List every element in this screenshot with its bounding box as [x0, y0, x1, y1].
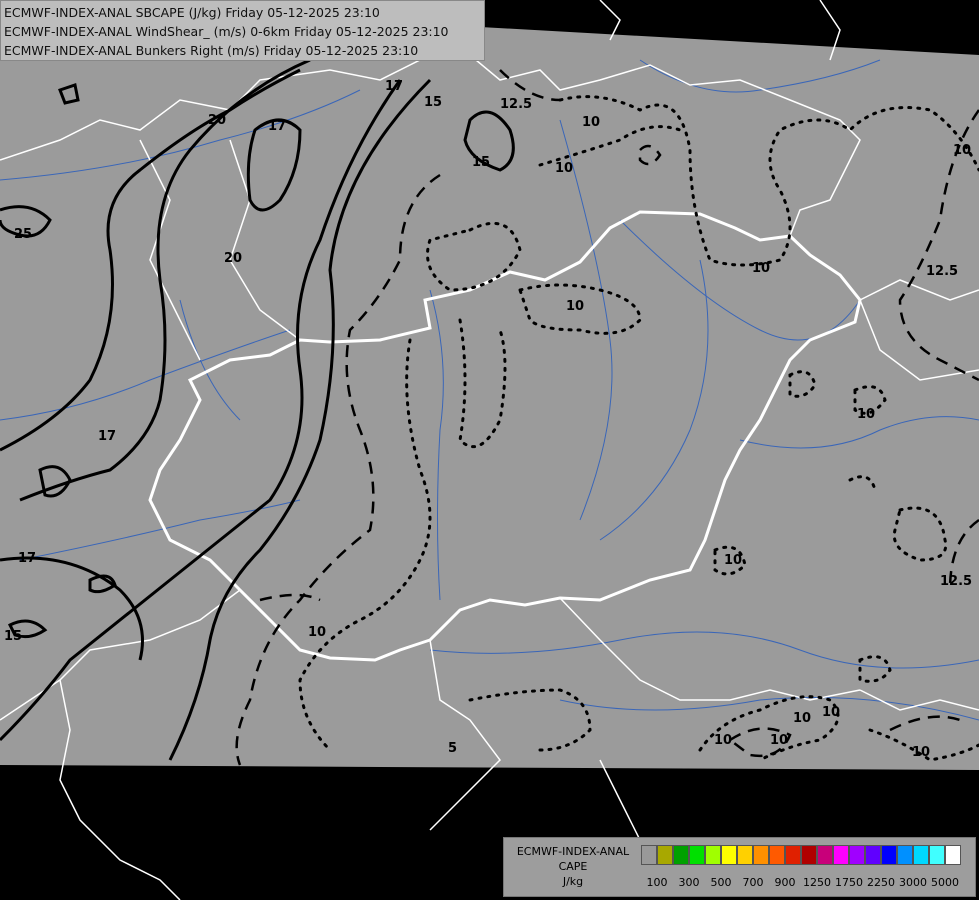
contour-label: 15: [424, 95, 442, 110]
contour-label: 10: [912, 745, 930, 760]
contour-label: 10: [857, 407, 875, 422]
legend-swatch: [769, 845, 785, 865]
legend-tick-label: 1750: [835, 876, 863, 889]
model-domain: [0, 0, 979, 770]
contour-label: 15: [4, 629, 22, 644]
contour-label: 10: [770, 733, 788, 748]
legend-swatch: [833, 845, 849, 865]
legend-swatch: [865, 845, 881, 865]
legend-swatch: [641, 845, 657, 865]
contour-label: 10: [566, 299, 584, 314]
legend-tick-label: 5000: [931, 876, 959, 889]
contour-label: 17: [98, 429, 116, 444]
legend-tick-label: 500: [710, 876, 732, 889]
legend-swatch: [737, 845, 753, 865]
contour-label: 17: [385, 79, 403, 94]
legend-swatch: [913, 845, 929, 865]
legend-color-bar: [641, 845, 961, 867]
title-line-bunkers: ECMWF-INDEX-ANAL Bunkers Right (m/s) Fri…: [4, 43, 419, 58]
legend-swatch: [945, 845, 961, 865]
contour-label: 10: [822, 705, 840, 720]
contour-label: 12.5: [940, 574, 972, 589]
legend-tick-label: 2250: [867, 876, 895, 889]
contour-label: 12.5: [926, 264, 958, 279]
legend-tick-label: 3000: [899, 876, 927, 889]
legend-tick-labels: 100 300 500 700 900 1250 1750 2250 3000 5000: [641, 876, 971, 890]
legend-swatch: [705, 845, 721, 865]
legend-tick-label: 100: [646, 876, 668, 889]
contour-label: 17: [268, 119, 286, 134]
contour-label: 20: [208, 113, 226, 128]
title-line-sbcape: ECMWF-INDEX-ANAL SBCAPE (J/kg) Friday 05…: [4, 5, 380, 20]
contour-label: 10: [555, 161, 573, 176]
legend-swatch: [753, 845, 769, 865]
legend-tick-label: 300: [678, 876, 700, 889]
legend-swatch: [881, 845, 897, 865]
legend-tick-label: 1250: [803, 876, 831, 889]
contour-label: 12.5: [500, 97, 532, 112]
contour-label: 10: [582, 115, 600, 130]
contour-label: 10: [953, 143, 971, 158]
contour-label: 10: [724, 553, 742, 568]
legend-swatch: [673, 845, 689, 865]
legend-swatch: [929, 845, 945, 865]
contour-label: 15: [472, 155, 490, 170]
legend-swatch: [721, 845, 737, 865]
legend-swatch: [849, 845, 865, 865]
legend-unit-label: J/kg: [562, 875, 584, 888]
legend-swatch: [689, 845, 705, 865]
legend-variable-label: CAPE: [558, 860, 588, 873]
legend-tick-label: 900: [774, 876, 796, 889]
contour-label: 10: [714, 733, 732, 748]
contour-label: 10: [308, 625, 326, 640]
contour-label: 5: [448, 741, 457, 756]
legend-swatch: [897, 845, 913, 865]
map-title-box: ECMWF-INDEX-ANAL SBCAPE (J/kg) Friday 05…: [0, 0, 485, 61]
contour-label: 10: [793, 711, 811, 726]
legend-model-label: ECMWF-INDEX-ANAL: [516, 845, 630, 858]
contour-label: 20: [224, 251, 242, 266]
contour-label: 10: [752, 261, 770, 276]
legend-swatch: [785, 845, 801, 865]
cape-legend: ECMWF-INDEX-ANAL CAPE J/kg 100 300 500 700 9…: [503, 837, 976, 897]
contour-label: 17: [18, 551, 36, 566]
legend-name: ECMWF-INDEX-ANAL CAPE J/kg: [508, 844, 638, 889]
title-line-windshear: ECMWF-INDEX-ANAL WindShear_ (m/s) 0-6km …: [4, 24, 449, 39]
legend-swatch: [817, 845, 833, 865]
legend-swatch: [657, 845, 673, 865]
legend-swatch: [801, 845, 817, 865]
legend-tick-label: 700: [742, 876, 764, 889]
contour-label: 25: [14, 227, 32, 242]
weather-map: 20 17 17 15 12.5 15 10 10 10 10 10 12.5 …: [0, 0, 979, 900]
